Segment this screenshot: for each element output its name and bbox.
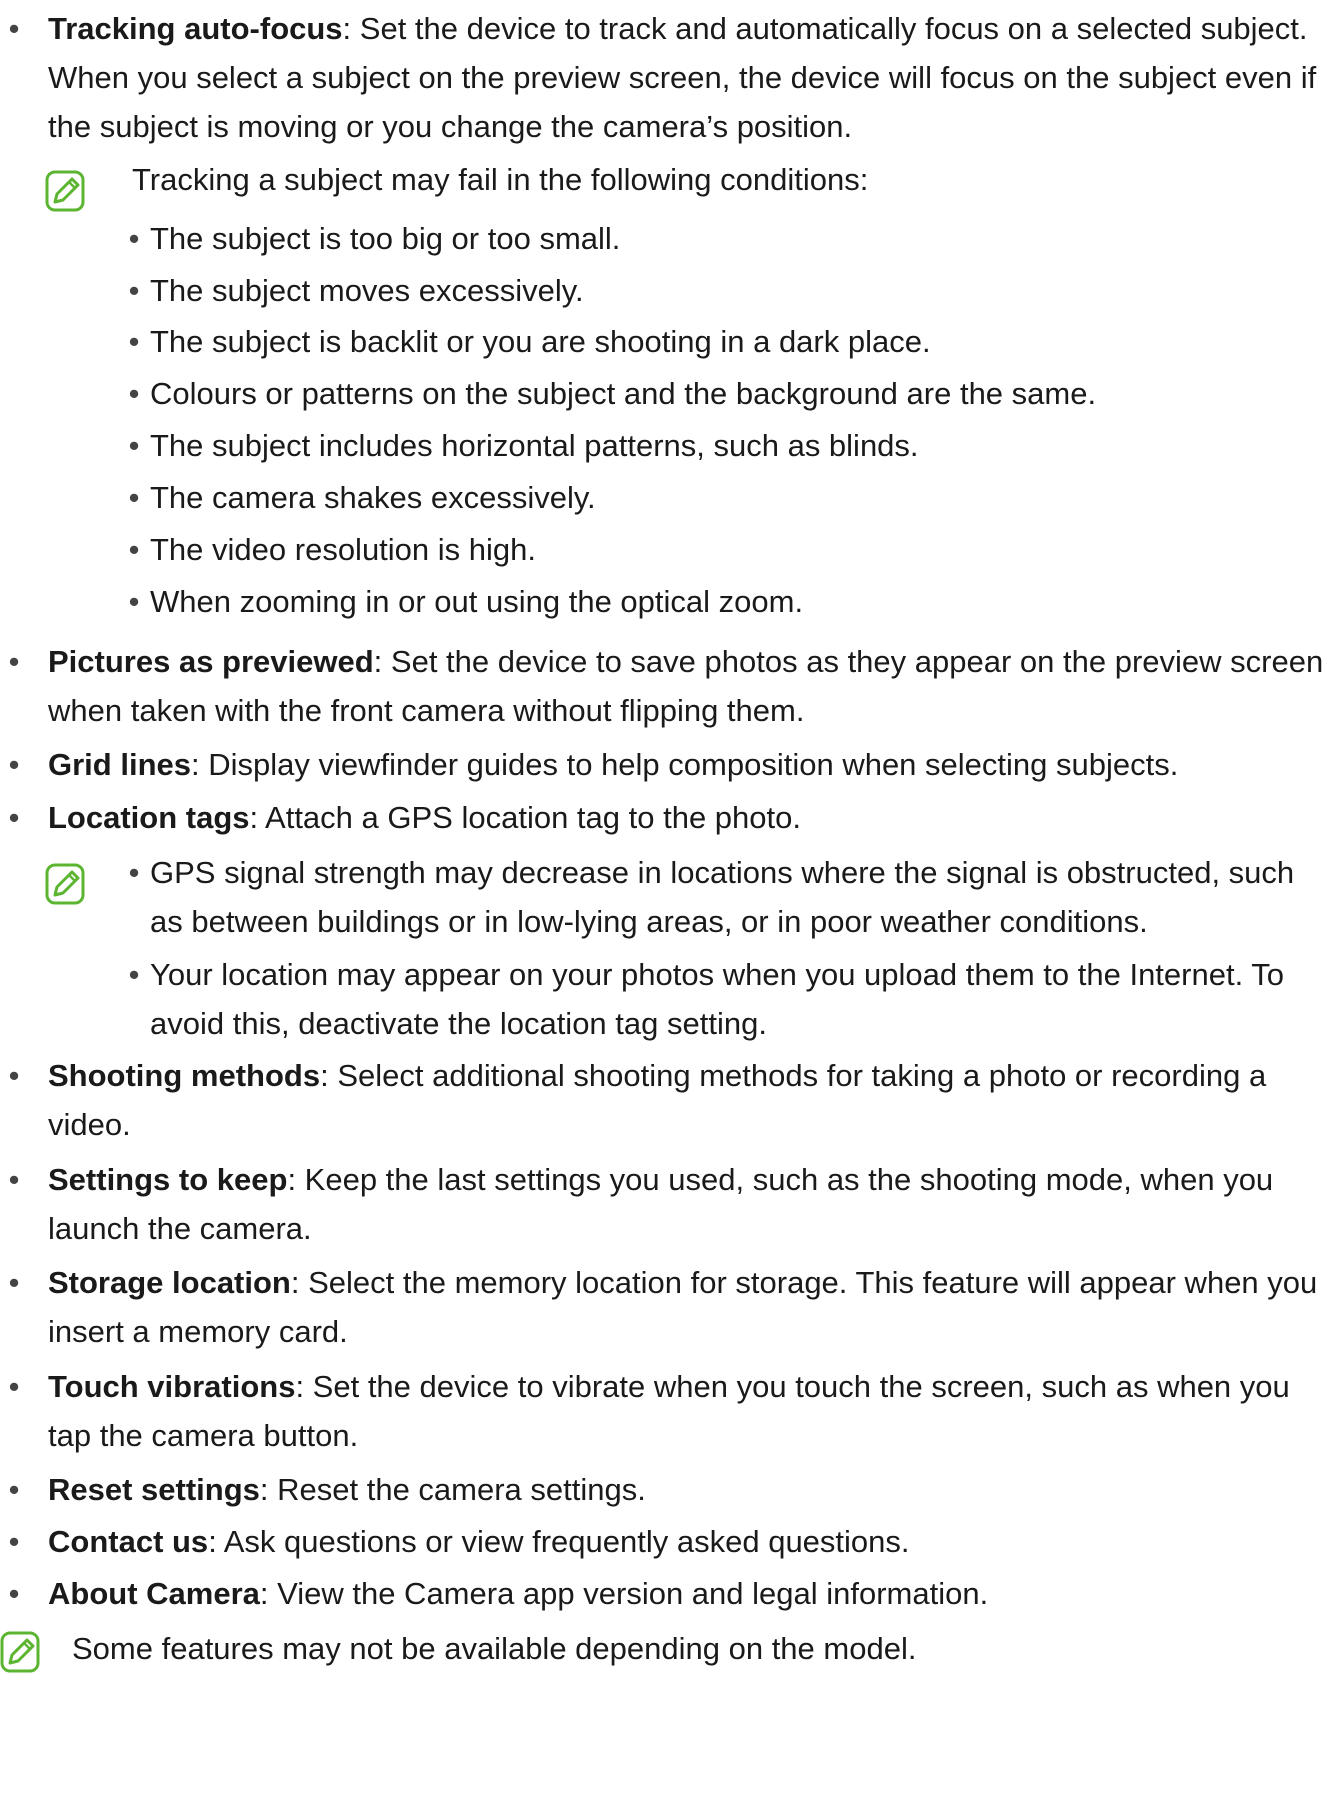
note-pen-icon xyxy=(45,863,85,905)
list-item-tracking: • Tracking auto-focus: Set the device to… xyxy=(0,4,1328,151)
term-grid: Grid lines xyxy=(48,747,191,782)
condition-item: • The subject moves excessively. xyxy=(128,273,584,308)
location-note-item: • GPS signal strength may decrease in loc… xyxy=(128,855,1295,939)
list-item-grid: • Grid lines: Display viewfinder guides … xyxy=(8,747,1179,782)
term-location: Location tags xyxy=(48,800,250,835)
term-reset: Reset settings xyxy=(48,1472,260,1507)
term-touch: Touch vibrations xyxy=(48,1369,296,1404)
desc-grid: : Display viewfinder guides to help comp… xyxy=(190,747,1179,782)
term-shooting: Shooting methods xyxy=(48,1058,321,1093)
condition-item: • When zooming in or out using the optica… xyxy=(128,584,804,619)
list-item-storage: • Storage location: Select the memory lo… xyxy=(8,1265,1318,1349)
tracking-note-intro: Tracking a subject may fail in the follo… xyxy=(132,162,869,197)
desc-reset: : Reset the camera settings. xyxy=(259,1472,646,1507)
settings-page: • Tracking auto-focus: Set the device to… xyxy=(0,0,1336,1793)
list-item-shooting: • Shooting methods: Select additional sh… xyxy=(8,1058,1267,1142)
term-contact: Contact us xyxy=(48,1524,209,1559)
list-item-touch: • Touch vibrations: Set the device to vi… xyxy=(8,1369,1290,1453)
condition-item: • The subject is backlit or you are shoot… xyxy=(128,324,931,359)
term-storage: Storage location xyxy=(48,1265,291,1300)
term-pictures: Pictures as previewed xyxy=(48,644,374,679)
desc-contact: : Ask questions or view frequently asked… xyxy=(208,1524,910,1559)
list-item-contact: • Contact us: Ask questions or view freq… xyxy=(8,1524,910,1559)
term-tracking: Tracking auto-focus xyxy=(48,11,343,46)
desc-location: : Attach a GPS location tag to the photo… xyxy=(249,800,801,835)
list-item-keep: • Settings to keep: Keep the last settin… xyxy=(8,1162,1274,1246)
list-item-about: • About Camera: View the Camera app vers… xyxy=(8,1576,989,1611)
footer-note: Some features may not be available depen… xyxy=(72,1631,917,1666)
list-item-location: • Location tags: Attach a GPS location t… xyxy=(8,800,801,835)
list-item-reset: • Reset settings: Reset the camera setti… xyxy=(8,1472,646,1507)
condition-item: • The camera shakes excessively. xyxy=(128,480,596,515)
condition-item: • The subject includes horizontal pattern… xyxy=(128,428,919,463)
condition-item: • The subject is too big or too small. xyxy=(128,221,621,256)
condition-item: • The video resolution is high. xyxy=(128,532,537,567)
desc-about: : View the Camera app version and legal … xyxy=(259,1576,989,1611)
condition-item: • Colours or patterns on the subject and … xyxy=(128,376,1097,411)
note-pen-icon xyxy=(45,170,85,212)
term-about: About Camera xyxy=(48,1576,260,1611)
bullet: • xyxy=(8,11,20,46)
term-keep: Settings to keep xyxy=(48,1162,288,1197)
list-item-pictures: • Pictures as previewed: Set the device … xyxy=(8,644,1324,728)
location-note-item: • Your location may appear on your photos… xyxy=(128,957,1284,1041)
note-pen-icon xyxy=(0,1631,40,1673)
